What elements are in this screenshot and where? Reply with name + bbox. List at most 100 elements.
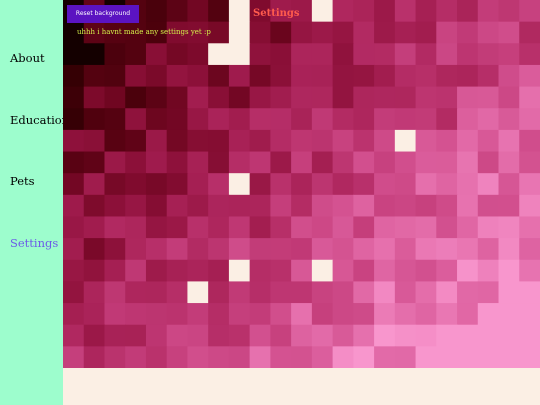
- mosaic-tile: [228, 194, 251, 218]
- mosaic-tile: [125, 303, 147, 326]
- mosaic-tile: [498, 21, 520, 44]
- mosaic-tile: [498, 86, 520, 109]
- mosaic-tile: [457, 173, 479, 196]
- mosaic-tile: [125, 259, 147, 283]
- mosaic-tile: [353, 303, 375, 326]
- mosaic-tile: [228, 64, 251, 88]
- mosaic-tile: [353, 194, 375, 218]
- mosaic-tile: [477, 173, 500, 196]
- mosaic-tile: [125, 324, 147, 347]
- mosaic-tile: [353, 64, 375, 88]
- mosaic-tile: [477, 303, 500, 326]
- mosaic-tile: [415, 86, 437, 109]
- mosaic-tile: [394, 173, 417, 196]
- mosaic-tile: [436, 346, 458, 368]
- mosaic-tile: [374, 324, 396, 347]
- mosaic-tile: [332, 346, 354, 368]
- mosaic-tile: [498, 346, 520, 368]
- mosaic-tile: [249, 43, 271, 66]
- mosaic-tile: [166, 194, 189, 218]
- mosaic-tile: [332, 151, 354, 174]
- mosaic-tile: [63, 129, 85, 153]
- mosaic-tile: [311, 324, 334, 347]
- mosaic-tile: [228, 216, 251, 239]
- mosaic-tile: [415, 346, 437, 368]
- sidebar-item-pets[interactable]: Pets: [10, 174, 35, 188]
- mosaic-tile: [436, 173, 458, 196]
- mosaic-tile: [415, 43, 437, 66]
- mosaic-tile: [270, 129, 292, 153]
- mosaic-tile: [166, 216, 189, 239]
- mosaic-tile: [83, 43, 106, 66]
- mosaic-tile: [519, 194, 540, 218]
- sidebar-nav: About Education Pets Settings: [0, 0, 69, 405]
- mosaic-tile: [83, 151, 106, 174]
- reset-background-button[interactable]: Reset background: [67, 5, 139, 23]
- mosaic-tile: [415, 303, 437, 326]
- mosaic-tile: [166, 303, 189, 326]
- mosaic-tile: [311, 346, 334, 368]
- mosaic-tile: [125, 129, 147, 153]
- mosaic-tile: [187, 281, 209, 304]
- mosaic-tile: [374, 238, 396, 261]
- mosaic-tile: [374, 129, 396, 153]
- mosaic-tile: [228, 21, 251, 44]
- mosaic-tile: [145, 129, 168, 153]
- mosaic-tile: [291, 216, 313, 239]
- mosaic-tile: [187, 64, 209, 88]
- mosaic-tile: [311, 129, 334, 153]
- mosaic-tile: [104, 216, 126, 239]
- mosaic-tile: [436, 64, 458, 88]
- mosaic-tile: [208, 281, 230, 304]
- mosaic-tile: [104, 151, 126, 174]
- mosaic-tile: [63, 173, 85, 196]
- sidebar-item-about[interactable]: About: [10, 51, 45, 65]
- mosaic-tile: [498, 129, 520, 153]
- mosaic-tile: [228, 173, 251, 196]
- mosaic-tile: [332, 281, 354, 304]
- mosaic-tile: [374, 151, 396, 174]
- mosaic-tile: [63, 303, 85, 326]
- mosaic-tile: [145, 303, 168, 326]
- sidebar-item-settings[interactable]: Settings: [10, 236, 58, 250]
- mosaic-tile: [208, 0, 230, 23]
- mosaic-tile: [63, 346, 85, 368]
- mosaic-tile: [166, 346, 189, 368]
- mosaic-tile: [311, 216, 334, 239]
- mosaic-tile: [187, 151, 209, 174]
- mosaic-tile: [394, 303, 417, 326]
- mosaic-tile: [187, 173, 209, 196]
- mosaic-tile: [63, 324, 85, 347]
- mosaic-tile: [166, 151, 189, 174]
- mosaic-tile: [394, 281, 417, 304]
- mosaic-tile: [228, 151, 251, 174]
- mosaic-tile: [457, 324, 479, 347]
- mosaic-tile: [270, 303, 292, 326]
- mosaic-tile: [187, 324, 209, 347]
- mosaic-tile: [498, 194, 520, 218]
- mosaic-tile: [519, 303, 540, 326]
- mosaic-tile: [249, 173, 271, 196]
- mosaic-tile: [477, 151, 500, 174]
- mosaic-tile: [125, 238, 147, 261]
- mosaic-tile: [125, 346, 147, 368]
- mosaic-tile: [187, 303, 209, 326]
- mosaic-tile: [228, 129, 251, 153]
- mosaic-tile: [519, 173, 540, 196]
- mosaic-tile: [519, 324, 540, 347]
- mosaic-tile: [311, 43, 334, 66]
- mosaic-tile: [519, 238, 540, 261]
- mosaic-tile: [104, 64, 126, 88]
- mosaic-tile: [187, 346, 209, 368]
- mosaic-tile: [374, 0, 396, 23]
- mosaic-tile: [83, 259, 106, 283]
- mosaic-tile: [145, 194, 168, 218]
- mosaic-tile: [249, 259, 271, 283]
- sidebar-item-education[interactable]: Education: [10, 113, 69, 127]
- mosaic-tile: [166, 173, 189, 196]
- mosaic-tile: [415, 151, 437, 174]
- mosaic-tile: [291, 259, 313, 283]
- mosaic-tile: [228, 43, 251, 66]
- mosaic-tile: [415, 21, 437, 44]
- mosaic-tile: [270, 216, 292, 239]
